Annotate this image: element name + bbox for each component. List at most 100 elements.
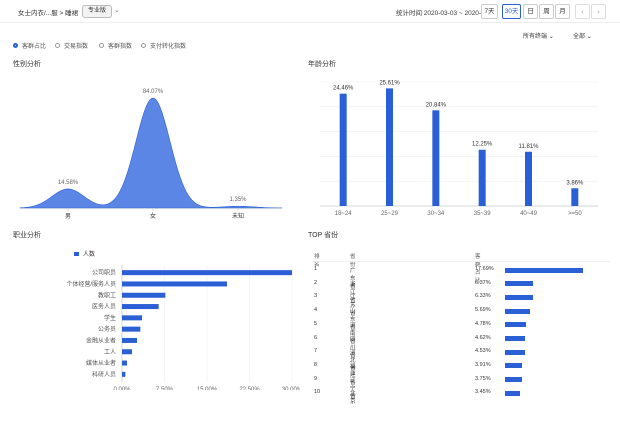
gender-chart: 男 14.58% 女 84.07% 未知 1.35%: [19, 89, 283, 220]
gender-section-title: 性别分析: [13, 61, 41, 68]
bar: [122, 304, 159, 310]
table-cell-share: 3.75%: [475, 375, 491, 382]
table-share-bar: [505, 349, 525, 355]
period-day-button[interactable]: 日: [523, 4, 538, 19]
radio-icon: [55, 43, 60, 48]
legend-swatch: [74, 252, 79, 256]
legend-label: 人数: [83, 250, 95, 258]
x-tick-label: 22.50%: [239, 387, 260, 390]
metric-label: 客群占比: [22, 44, 47, 50]
table-cell-share: 3.91%: [475, 361, 491, 368]
table-share-bar: [505, 294, 533, 300]
data-label: 20.84%: [426, 102, 447, 108]
table-cell-share: 4.78%: [475, 320, 491, 327]
x-tick-label: 0.00%: [113, 387, 131, 390]
metric-label: 交易指数: [64, 44, 89, 50]
data-label: 14.58%: [58, 180, 79, 186]
period-month-button[interactable]: 月: [555, 4, 570, 19]
y-tick-label: 教职工: [98, 291, 116, 299]
x-tick-label: 40~49: [520, 211, 538, 217]
bar: [122, 349, 132, 355]
table-share-bar: [505, 336, 526, 341]
age-section-title: 年龄分析: [308, 61, 336, 68]
table-share-bar: [505, 363, 523, 369]
bar: [122, 371, 126, 377]
metric-label: 支付转化指数: [150, 44, 187, 50]
chevron-down-icon[interactable]: ⌄: [114, 6, 120, 14]
metric-radio-pay-conversion[interactable]: 支付转化指数: [141, 41, 186, 50]
table-cell-rank: 6: [314, 334, 318, 341]
age-chart: 24.46% 18~24 25.61% 25~29 20.84% 30~34 12.25% 3…: [320, 80, 598, 217]
bar: [122, 270, 292, 276]
y-tick-label: 个体经营/服务人员: [66, 280, 116, 288]
gender-area-series: [19, 97, 283, 209]
x-tick-label: 35~39: [474, 211, 492, 217]
x-tick-label: 15.00%: [197, 387, 218, 390]
scope-select[interactable]: 全部 ⌄: [573, 31, 592, 40]
table-cell-rank: 5: [314, 320, 318, 327]
chevron-down-icon: ⌄: [586, 34, 592, 40]
chevron-left-icon[interactable]: ‹: [575, 4, 590, 19]
breadcrumb[interactable]: 女士内衣/...服 > 睡裙: [18, 7, 78, 17]
x-tick-label: 18~24: [335, 211, 353, 217]
table-cell-rank: 4: [314, 307, 318, 314]
bar: [122, 360, 127, 366]
bar: [478, 149, 486, 206]
x-tick-label: 未知: [232, 212, 244, 220]
table-cell-rank: 3: [314, 293, 318, 300]
table-cell-share: 6.37%: [475, 279, 491, 286]
table-cell-rank: 9: [314, 375, 318, 382]
bar: [525, 151, 532, 206]
table-cell-share: 6.33%: [475, 293, 491, 300]
radio-icon: [141, 43, 146, 48]
y-tick-label: 金融从业者: [86, 336, 116, 344]
data-label: 1.35%: [229, 197, 247, 203]
x-tick-label: >=50: [568, 211, 582, 217]
y-tick-label: 医务人员: [92, 303, 116, 311]
x-tick-label: 30.00%: [282, 387, 300, 390]
y-tick-label: 公务员: [98, 325, 116, 333]
metric-radio-crowd-index[interactable]: 客群指数: [99, 41, 132, 50]
table-cell-share: 4.53%: [475, 348, 491, 355]
period-30d-button[interactable]: 30天: [502, 4, 521, 19]
table-share-bar: [505, 281, 534, 287]
occupation-chart: 人数 0.00% 7.50% 15.00% 22.50% 30.00% 公司职员个体经营/服…: [66, 250, 300, 390]
data-label: 24.46%: [333, 86, 354, 92]
terminal-select-value: 所有终端: [523, 34, 548, 40]
table-cell-share: 4.62%: [475, 334, 491, 341]
x-tick-label: 女: [150, 212, 156, 220]
bar: [122, 281, 227, 287]
terminal-select[interactable]: 所有终端 ⌄: [523, 31, 554, 40]
bar: [122, 315, 142, 321]
table-cell-share: 17.69%: [475, 266, 494, 272]
table-share-bar: [505, 267, 583, 273]
x-tick-label: 25~29: [381, 211, 399, 217]
table-share-bar: [505, 390, 521, 396]
y-tick-label: 媒体从业者: [86, 359, 116, 367]
table-header-divider: [312, 261, 610, 262]
y-tick-label: 学生: [104, 314, 116, 322]
period-7d-button[interactable]: 7天: [481, 4, 498, 19]
chevron-right-icon[interactable]: ›: [591, 4, 606, 19]
table-cell-rank: 8: [314, 361, 318, 368]
table-cell-share: 5.69%: [475, 307, 491, 314]
x-tick-label: 30~34: [427, 211, 445, 217]
x-tick-label: 7.50%: [156, 387, 174, 390]
table-cell-province: 北京: [350, 391, 356, 406]
bar: [339, 93, 347, 206]
bar: [122, 337, 137, 343]
data-label: 11.81%: [519, 144, 540, 150]
province-section-title: TOP 省份: [308, 232, 339, 239]
edition-badge: 专业版: [82, 5, 113, 18]
table-share-bar: [505, 377, 522, 383]
metric-radio-crowd-share[interactable]: 客群占比: [13, 41, 46, 50]
data-label: 25.61%: [379, 80, 400, 86]
y-tick-label: 工人: [104, 349, 116, 356]
data-label: 3.86%: [566, 180, 584, 186]
bar: [386, 88, 393, 206]
table-share-bar: [505, 322, 527, 328]
period-week-button[interactable]: 周: [539, 4, 554, 19]
table-cell-rank: 1: [314, 266, 318, 272]
metric-radio-trade-index[interactable]: 交易指数: [55, 41, 88, 50]
table-share-bar: [505, 308, 531, 314]
